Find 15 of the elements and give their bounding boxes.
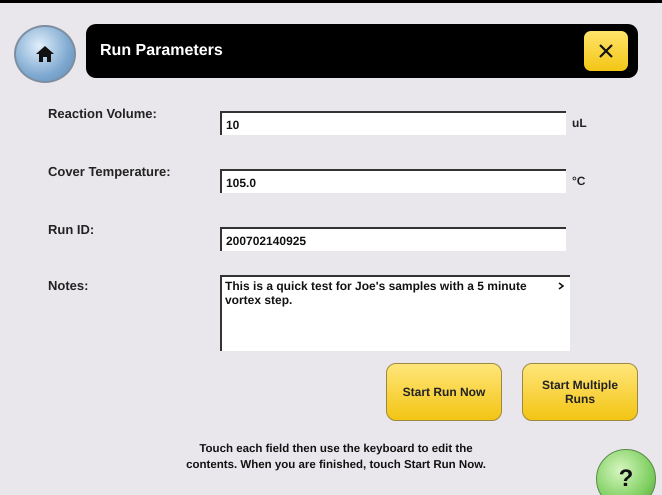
field-label: Reaction Volume:	[48, 105, 158, 121]
window-title: Run Parameters	[100, 42, 223, 60]
input-field[interactable]: 10	[220, 111, 566, 135]
instructions-text: Touch each field then use the keyboard to edit the contents. When you are finished, touch Start Run Now.	[185, 442, 486, 473]
help-button[interactable]: ?	[596, 449, 656, 495]
field-label: Notes:	[48, 277, 90, 293]
input-field[interactable]: 200702140925	[220, 227, 566, 251]
start-run-button[interactable]: Start Run Now	[386, 363, 502, 421]
start-multiple-button[interactable]: Start Multiple Runs	[522, 363, 638, 421]
field-label: Run ID:	[48, 221, 96, 237]
notes-field[interactable]: This is a quick test for Joe's samples with a 5 minute vortex step.	[220, 275, 570, 351]
unit-label: °C	[571, 173, 586, 188]
field-label: Cover Temperature:	[48, 163, 172, 179]
input-field[interactable]: 105.0	[220, 169, 566, 193]
unit-label: uL	[571, 115, 587, 130]
